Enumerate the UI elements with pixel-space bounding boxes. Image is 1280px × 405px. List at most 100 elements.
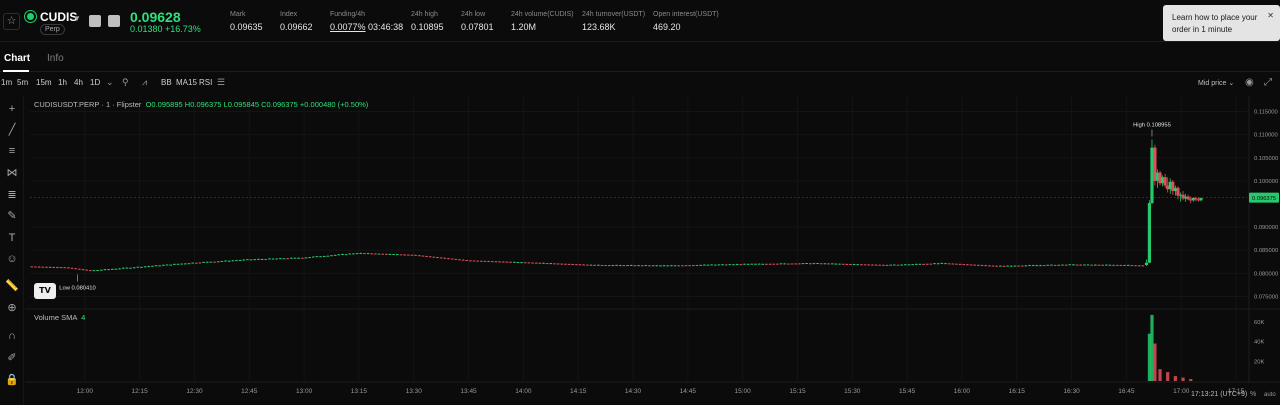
candle-body bbox=[706, 264, 710, 266]
candle-body bbox=[67, 267, 70, 269]
candle-body bbox=[377, 253, 381, 255]
candle-body bbox=[388, 253, 392, 255]
candle-body bbox=[103, 269, 107, 271]
lock-icon[interactable]: 🔒 bbox=[5, 373, 19, 387]
toast-message[interactable]: Learn how to place your order in 1 minut… bbox=[1172, 12, 1267, 36]
candle-body bbox=[253, 259, 257, 261]
brush-icon[interactable]: ✎ bbox=[5, 209, 19, 223]
price-source-select[interactable]: Mid price ⌄ bbox=[1198, 79, 1234, 87]
candle-type-icon[interactable]: ⚲ bbox=[122, 77, 129, 88]
coin-logo-icon bbox=[25, 11, 36, 22]
favorite-star-icon[interactable]: ☆ bbox=[3, 13, 20, 30]
candle-body bbox=[461, 259, 465, 261]
candle-body bbox=[52, 266, 56, 268]
candle-body bbox=[670, 265, 673, 267]
time-tick-label: 16:30 bbox=[1063, 388, 1080, 395]
candle-body bbox=[790, 263, 794, 265]
timeframe-5m[interactable]: 5m bbox=[17, 78, 28, 87]
ruler-icon[interactable]: 📏 bbox=[5, 279, 19, 293]
candle-body bbox=[1057, 264, 1061, 266]
candle-body bbox=[1144, 262, 1149, 266]
settings-list-icon[interactable]: ☰ bbox=[217, 77, 225, 88]
candle-body bbox=[198, 262, 202, 264]
candle-body bbox=[578, 264, 582, 266]
candle-body bbox=[779, 263, 783, 265]
timeframe-1h[interactable]: 1h bbox=[58, 78, 67, 87]
candle-body bbox=[545, 263, 549, 265]
ticker-symbol[interactable]: CUDIS bbox=[40, 10, 77, 24]
candle-body bbox=[754, 263, 757, 265]
candle-body bbox=[655, 265, 659, 267]
stat-open-interest: Open interest(USDT) 469.20 bbox=[653, 11, 719, 32]
fullscreen-icon[interactable]: ⤢ bbox=[1264, 77, 1272, 88]
candle-body bbox=[194, 262, 198, 264]
emoji-icon[interactable]: ☺ bbox=[5, 252, 19, 266]
candle-body bbox=[969, 264, 973, 266]
timeframe-4h[interactable]: 4h bbox=[74, 78, 83, 87]
lock-drawing-icon[interactable]: ✐ bbox=[5, 351, 19, 365]
candle-body bbox=[560, 263, 564, 265]
tab-chart[interactable]: Chart bbox=[4, 53, 30, 64]
indicator-ma15[interactable]: MA15 bbox=[176, 78, 197, 87]
candle-body bbox=[596, 264, 600, 266]
candle-body bbox=[392, 254, 395, 256]
pattern-icon[interactable]: ⋈ bbox=[5, 166, 19, 180]
candle-body bbox=[640, 265, 644, 267]
candle-body bbox=[59, 267, 63, 269]
magnet-icon[interactable]: ∩ bbox=[5, 329, 19, 343]
candle-body bbox=[1101, 264, 1104, 266]
indicator-bb[interactable]: BB bbox=[161, 78, 172, 87]
text-icon[interactable]: T bbox=[5, 231, 19, 245]
price-chart[interactable]: 12:00 12:15 12:30 12:45 13:00 13:15 13:30 13:45… bbox=[25, 96, 1280, 405]
percent-scale-button[interactable]: % bbox=[1250, 391, 1256, 398]
chart-clock[interactable]: 17:13:21 (UTC+9) bbox=[1191, 391, 1247, 398]
price-tick-label: 0.080000 bbox=[1254, 271, 1278, 277]
indicator-rsi[interactable]: RSI bbox=[199, 78, 212, 87]
candle-body bbox=[399, 254, 403, 256]
volume-legend: Volume SMA 4 bbox=[34, 313, 85, 322]
auto-scale-button[interactable]: auto bbox=[1264, 392, 1276, 398]
chevron-down-icon[interactable]: ⌄ bbox=[106, 77, 114, 88]
crosshair-icon[interactable]: + bbox=[5, 102, 19, 116]
time-tick-label: 15:15 bbox=[789, 388, 806, 395]
time-tick-label: 14:30 bbox=[625, 388, 642, 395]
document-icon[interactable] bbox=[89, 15, 101, 27]
camera-icon[interactable]: ◉ bbox=[1245, 77, 1254, 88]
funding-rate-link[interactable]: 0.0077% bbox=[330, 22, 366, 32]
close-icon[interactable]: ✕ bbox=[1267, 11, 1274, 20]
candle-body bbox=[966, 264, 969, 266]
candle-body bbox=[618, 265, 622, 267]
swap-icon[interactable] bbox=[108, 15, 120, 27]
timeframe-15m[interactable]: 15m bbox=[36, 78, 52, 87]
candle-body bbox=[534, 262, 538, 264]
stat-value: 469.20 bbox=[653, 22, 681, 32]
candle-body bbox=[180, 263, 183, 265]
zoom-in-icon[interactable]: ⊕ bbox=[5, 301, 19, 315]
candle-body bbox=[344, 254, 348, 256]
tradingview-logo-icon[interactable]: TV bbox=[34, 283, 56, 299]
stat-label: Mark bbox=[230, 11, 246, 18]
onboarding-toast[interactable]: Learn how to place your order in 1 minut… bbox=[1163, 5, 1280, 41]
timeframe-1m[interactable]: 1m bbox=[1, 78, 12, 87]
tab-info[interactable]: Info bbox=[47, 53, 64, 64]
candle-body bbox=[264, 258, 268, 260]
candle-body bbox=[1053, 264, 1057, 266]
candle-body bbox=[63, 267, 67, 269]
stat-24h-turnover: 24h turnover(USDT) 123.68K bbox=[582, 11, 645, 32]
indicators-icon[interactable]: ⩘ bbox=[142, 77, 147, 88]
candle-body bbox=[1009, 265, 1013, 267]
fib-icon[interactable]: ≣ bbox=[5, 188, 19, 202]
funding-countdown: 03:46:38 bbox=[368, 22, 404, 32]
trendline-icon[interactable]: ╱ bbox=[5, 123, 19, 137]
candle-body bbox=[432, 256, 436, 258]
candle-body bbox=[326, 255, 330, 257]
candle-body bbox=[465, 260, 469, 262]
legend-close: C0.096375 bbox=[261, 100, 298, 109]
chevron-down-icon[interactable]: ▼ bbox=[73, 14, 81, 23]
candle-body bbox=[893, 264, 896, 266]
high-annotation: High 0.108955 bbox=[1133, 122, 1171, 128]
timeframe-1d[interactable]: 1D bbox=[90, 78, 100, 87]
candle-body bbox=[1097, 264, 1101, 266]
candle-body bbox=[385, 253, 388, 255]
horizontal-lines-icon[interactable]: ≡ bbox=[5, 144, 19, 158]
